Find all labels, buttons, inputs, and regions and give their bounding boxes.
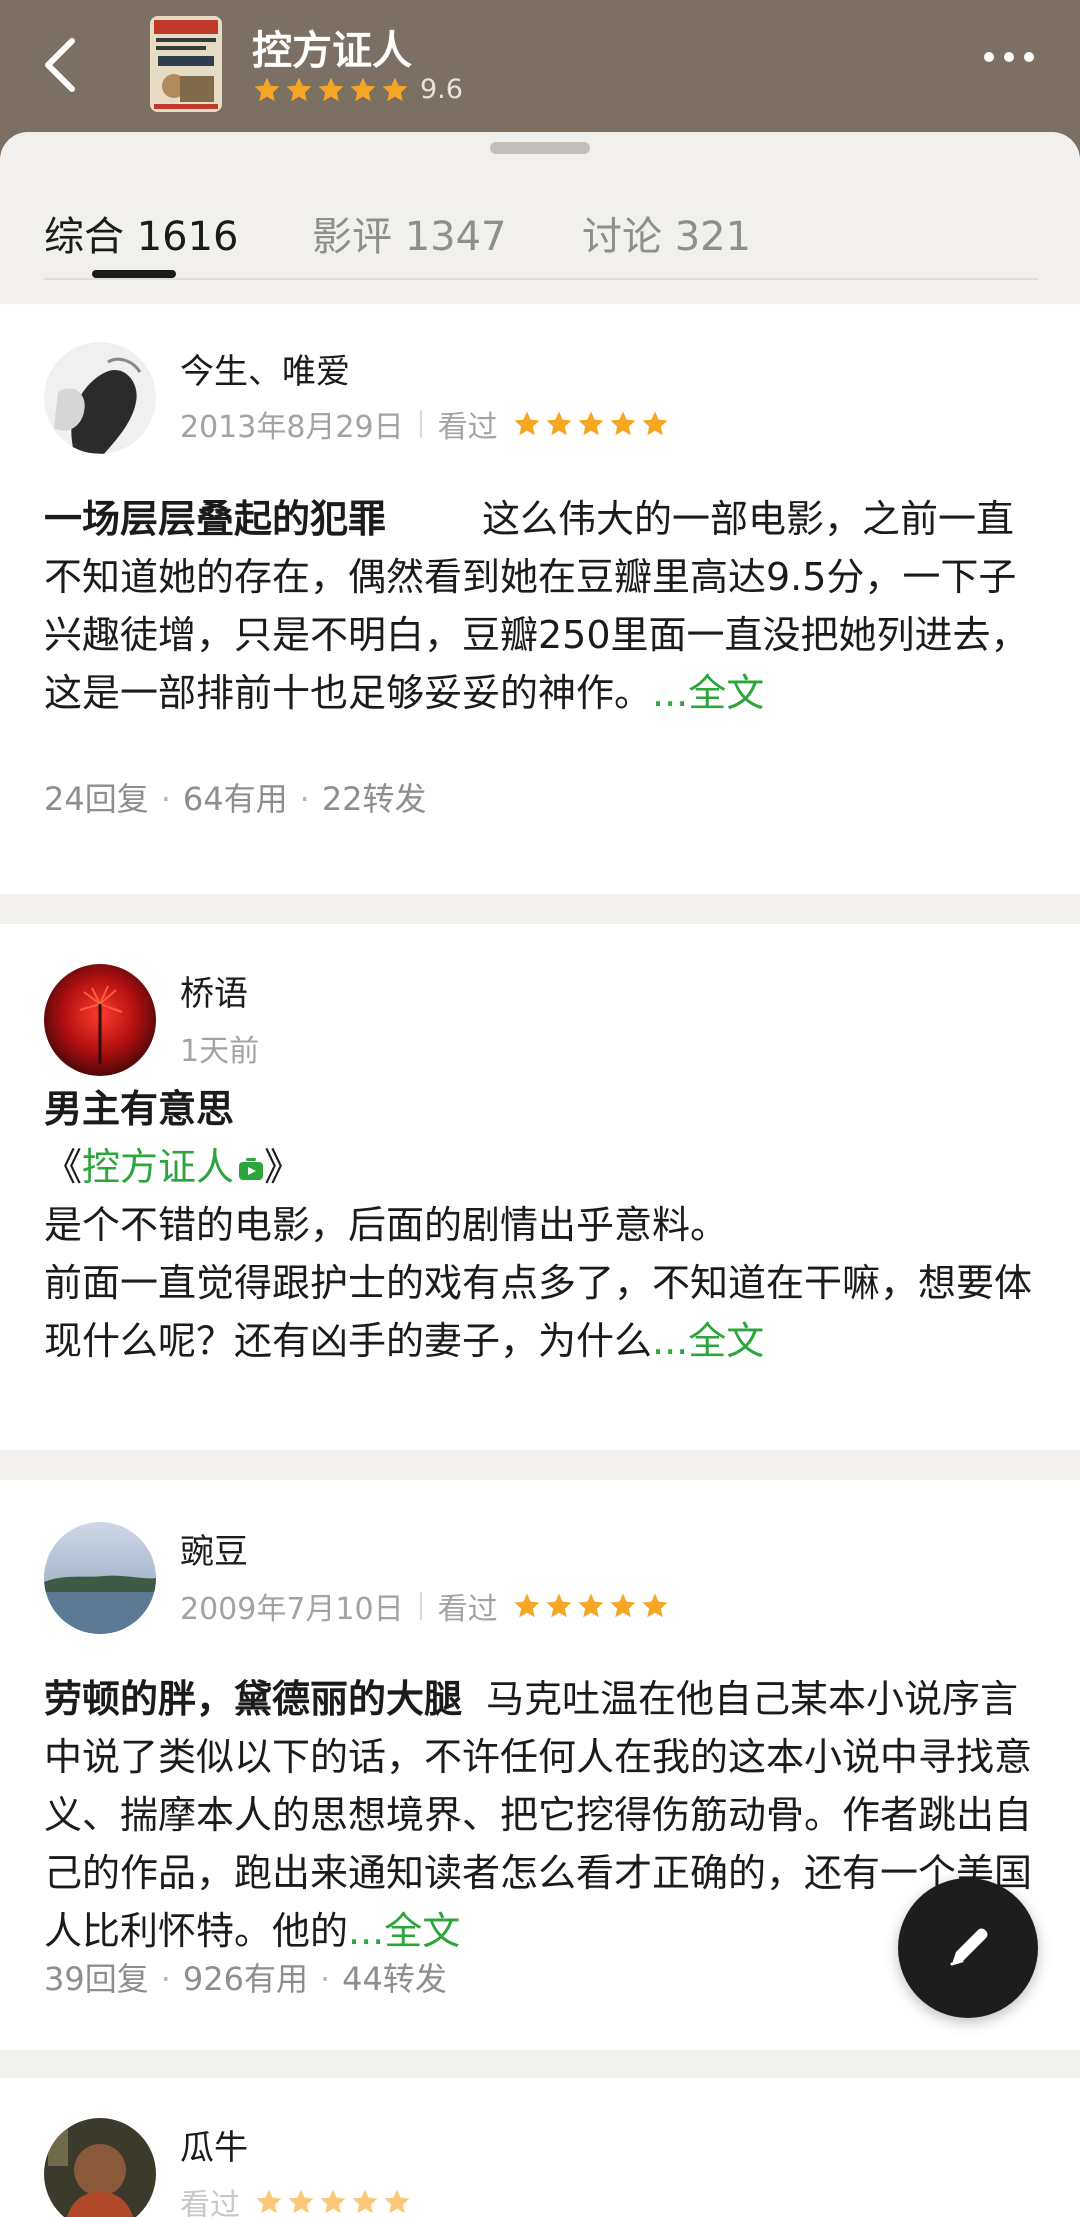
review-line: 前面一直觉得跟护士的戏有点多了，不知道在干嘛，想要体现什么呢？还有凶手的妻子，为… <box>44 1261 1033 1363</box>
more-dots-icon <box>1024 52 1034 62</box>
author-name[interactable]: 桥语 <box>180 966 248 1015</box>
star-icon <box>578 1593 604 1618</box>
review-stats: 24回复 · 64有用 · 22转发 <box>44 780 427 818</box>
avatar[interactable] <box>44 1522 156 1634</box>
tab-bar: 综合 1616 影评 1347 讨论 321 <box>0 184 1080 284</box>
review-headline: 男主有意思 <box>44 1087 235 1131</box>
avatar[interactable] <box>44 964 156 1076</box>
divider <box>419 410 422 438</box>
review-date: 2009年7月10日 <box>180 1592 404 1627</box>
watch-status: 看过 <box>180 2188 240 2217</box>
review-headline: 劳顿的胖，黛德丽的大腿 <box>44 1677 463 1721</box>
author-name[interactable]: 今生、唯爱 <box>180 344 350 393</box>
star-icon <box>318 77 344 101</box>
tab-discussion[interactable]: 讨论 321 <box>582 204 751 262</box>
movie-mention[interactable]: 《控方证人》 <box>44 1138 1036 1196</box>
pencil-icon <box>950 1928 988 1966</box>
star-icon <box>288 2189 314 2214</box>
tab-divider <box>44 278 1038 280</box>
review-line: 是个不错的电影，后面的剧情出乎意料。 <box>44 1203 729 1247</box>
reply-count[interactable]: 24回复 <box>44 780 149 818</box>
movie-link[interactable]: 控方证人 <box>82 1145 234 1189</box>
movie-title: 控方证人 <box>252 28 412 74</box>
active-tab-indicator <box>92 270 176 278</box>
review-meta: 2009年7月10日 看过 <box>180 1584 672 1628</box>
avatar[interactable] <box>44 2118 156 2217</box>
star-icon <box>256 2189 282 2214</box>
review-card[interactable]: 桥语 1天前 男主有意思 《控方证人》 是个不错的电影，后面的剧情出乎意料。 前… <box>0 924 1080 1450</box>
review-date: 2013年8月29日 <box>180 410 404 445</box>
review-card[interactable]: 今生、唯爱 2013年8月29日 看过 一场层层叠起的犯罪 这么伟大的一部电影，之… <box>0 304 1080 894</box>
reply-count[interactable]: 39回复 <box>44 1960 149 1998</box>
star-icon <box>642 1593 668 1618</box>
useful-count[interactable]: 64有用 <box>183 780 288 818</box>
review-meta: 看过 <box>180 2180 414 2217</box>
read-more-link[interactable]: ...全文 <box>652 1319 764 1363</box>
star-icon <box>352 2189 378 2214</box>
star-icon <box>610 1593 636 1618</box>
back-arrow-icon <box>45 38 75 92</box>
star-icon <box>382 77 408 101</box>
review-body[interactable]: 一场层层叠起的犯罪 这么伟大的一部电影，之前一直不知道她的存在，偶然看到她在豆瓣里… <box>44 490 1036 722</box>
review-headline: 一场层层叠起的犯罪 <box>44 497 387 541</box>
star-icon <box>286 77 312 101</box>
tab-reviews[interactable]: 影评 1347 <box>312 204 507 262</box>
star-icon <box>546 411 572 436</box>
read-more-link[interactable]: ...全文 <box>652 671 764 715</box>
more-dots-icon <box>1004 52 1014 62</box>
back-button[interactable] <box>30 30 90 100</box>
share-count[interactable]: 22转发 <box>322 780 427 818</box>
star-icon <box>514 411 540 436</box>
review-meta: 1天前 <box>180 1026 259 1070</box>
star-icon <box>610 411 636 436</box>
link-open-bracket: 《 <box>44 1145 83 1189</box>
star-icon <box>350 77 376 101</box>
star-icon <box>546 1593 572 1618</box>
avatar[interactable] <box>44 342 156 454</box>
review-body[interactable]: 劳顿的胖，黛德丽的大腿 马克吐温在他自己某本小说序言中说了类似以下的话，不许任何人… <box>44 1670 1036 1960</box>
star-icon <box>384 2189 410 2214</box>
star-icon <box>320 2189 346 2214</box>
useful-count[interactable]: 926有用 <box>183 1960 308 1998</box>
review-body[interactable]: 男主有意思 《控方证人》 是个不错的电影，后面的剧情出乎意料。 前面一直觉得跟护… <box>44 1080 1036 1370</box>
tab-overall[interactable]: 综合 1616 <box>44 204 239 262</box>
more-dots-icon <box>984 52 994 62</box>
rating-score: 9.6 <box>420 74 463 105</box>
read-more-link[interactable]: ...全文 <box>348 1909 460 1953</box>
write-review-button[interactable] <box>898 1878 1038 2018</box>
review-stats: 39回复 · 926有用 · 44转发 <box>44 1960 447 1998</box>
star-icon <box>642 411 668 436</box>
share-count[interactable]: 44转发 <box>342 1960 447 1998</box>
watch-status: 看过 <box>437 410 498 445</box>
star-icon <box>514 1593 540 1618</box>
review-card[interactable]: 瓜牛 看过 <box>0 2078 1080 2217</box>
link-close-bracket: 》 <box>264 1145 303 1189</box>
movie-rating: 9.6 <box>252 74 463 105</box>
watch-status: 看过 <box>437 1592 498 1627</box>
author-name[interactable]: 瓜牛 <box>180 2120 248 2169</box>
more-button[interactable] <box>984 52 1034 62</box>
play-badge-icon <box>239 1157 264 1180</box>
drag-handle[interactable] <box>490 142 590 154</box>
movie-poster[interactable] <box>150 16 222 112</box>
star-icon <box>578 411 604 436</box>
review-date: 1天前 <box>180 1034 260 1069</box>
review-meta: 2013年8月29日 看过 <box>180 402 672 446</box>
divider <box>419 1592 422 1620</box>
author-name[interactable]: 豌豆 <box>180 1524 248 1573</box>
star-icon <box>254 77 280 101</box>
